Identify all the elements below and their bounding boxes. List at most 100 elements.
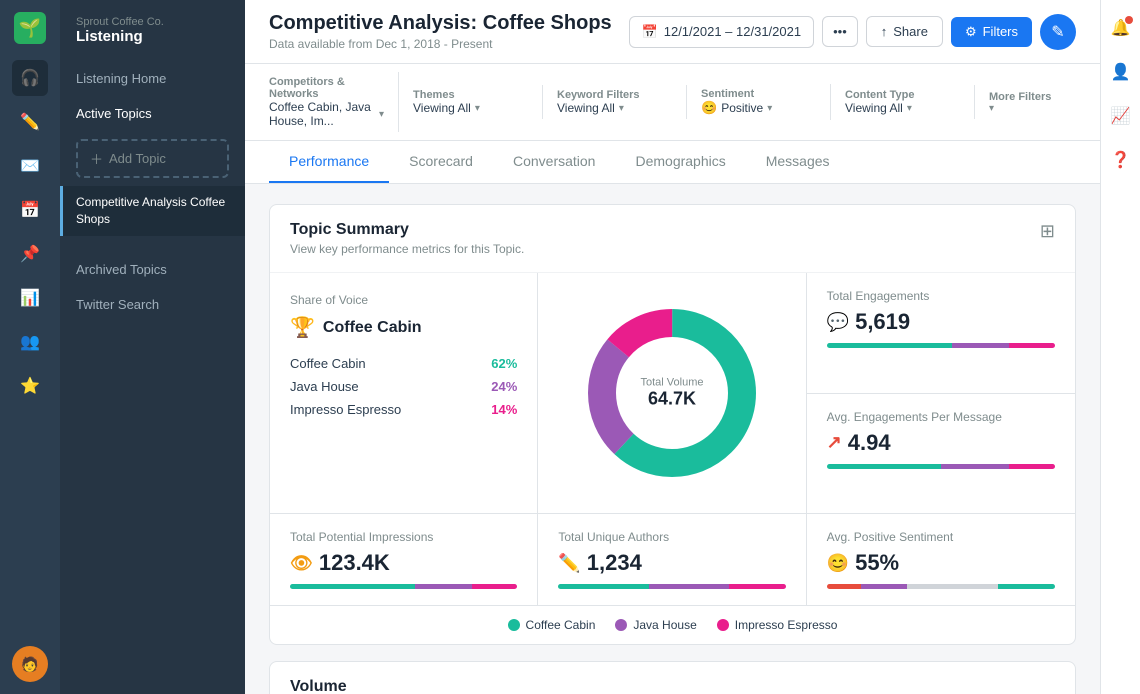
tab-performance[interactable]: Performance: [269, 141, 389, 183]
summary-grid: Share of Voice 🏆 Coffee Cabin Coffee Cab…: [270, 273, 1075, 513]
authors-number: 1,234: [587, 550, 642, 576]
share-label: Share: [893, 24, 928, 39]
filter-content-type[interactable]: Content Type Viewing All ▾: [845, 85, 975, 119]
arrow-up-icon: ↗: [827, 432, 842, 453]
filters-button[interactable]: ⚙ Filters: [951, 17, 1032, 47]
nav-star-icon[interactable]: ⭐: [12, 368, 48, 404]
sov-winner-name: Coffee Cabin: [323, 319, 422, 337]
chevron-down-icon-3: ▾: [619, 103, 624, 114]
page-title: Competitive Analysis: Coffee Shops: [269, 12, 612, 35]
nav-compose-icon[interactable]: ✏️: [12, 104, 48, 140]
more-options-button[interactable]: •••: [822, 16, 858, 47]
sov-section: Share of Voice 🏆 Coffee Cabin Coffee Cab…: [270, 273, 538, 513]
unique-authors-metric: Total Unique Authors ✏️ 1,234: [538, 514, 806, 605]
total-engagements-bar: [827, 343, 1055, 348]
filter-themes[interactable]: Themes Viewing All ▾: [413, 85, 543, 119]
left-nav: 🌱 🎧 ✏️ ✉️ 📅 📌 📊 👥 ⭐ 🧑: [0, 0, 60, 694]
notification-bell-icon[interactable]: 🔔: [1105, 12, 1137, 44]
bottom-metrics: Total Potential Impressions 👁 123.4K Tot…: [270, 513, 1075, 605]
date-range-button[interactable]: 📅 12/1/2021 – 12/31/2021: [629, 16, 815, 48]
sidebar: Sprout Coffee Co. Listening Listening Ho…: [60, 0, 245, 694]
topic-summary-card: Topic Summary View key performance metri…: [269, 204, 1076, 645]
add-topic-button[interactable]: ＋ Add Topic: [76, 139, 229, 178]
sidebar-item-listening-home[interactable]: Listening Home: [60, 61, 245, 96]
donut-center-text: Total Volume 64.7K: [640, 377, 703, 410]
total-engagements-number: 5,619: [855, 309, 910, 335]
share-button[interactable]: ↑ Share: [866, 16, 943, 47]
add-topic-label: Add Topic: [109, 151, 166, 166]
sidebar-topic-competitive-analysis[interactable]: Competitive Analysis Coffee Shops: [60, 186, 245, 236]
nav-publish-icon[interactable]: 📅: [12, 192, 48, 228]
legend-impresso-label: Impresso Espresso: [735, 618, 838, 632]
donut-chart: Total Volume 64.7K: [572, 293, 772, 493]
analytics-icon[interactable]: 📈: [1105, 100, 1137, 132]
content-area: Topic Summary View key performance metri…: [245, 184, 1100, 694]
sentiment-number: 55%: [855, 550, 899, 576]
tab-conversation[interactable]: Conversation: [493, 141, 616, 183]
authors-label: Total Unique Authors: [558, 530, 785, 544]
positive-sentiment-metric: Avg. Positive Sentiment 😊 55%: [807, 514, 1075, 605]
user-avatar[interactable]: 🧑: [12, 646, 48, 682]
themes-label: Themes: [413, 89, 528, 101]
sentiment-metric-label: Avg. Positive Sentiment: [827, 530, 1055, 544]
total-engagements-label: Total Engagements: [827, 289, 1055, 303]
date-range-label: 12/1/2021 – 12/31/2021: [664, 24, 801, 39]
sidebar-item-archived-topics[interactable]: Archived Topics: [60, 252, 245, 287]
nav-listening-icon[interactable]: 🎧: [12, 60, 48, 96]
tabs: Performance Scorecard Conversation Demog…: [245, 141, 1100, 184]
sidebar-item-twitter-search[interactable]: Twitter Search: [60, 287, 245, 322]
content-type-value: Viewing All ▾: [845, 101, 960, 115]
tab-demographics[interactable]: Demographics: [615, 141, 745, 183]
edit-button[interactable]: ✎: [1040, 14, 1076, 50]
right-icons-panel: 🔔 👤 📈 ❓: [1100, 0, 1140, 694]
chevron-down-icon-4: ▾: [767, 103, 772, 114]
app-logo: 🌱: [14, 12, 46, 44]
sov-row-java-house: Java House 24%: [290, 379, 517, 394]
sov-impresso-name: Impresso Espresso: [290, 402, 401, 417]
chevron-down-icon: ▾: [379, 109, 384, 120]
grid-view-icon[interactable]: ⊞: [1040, 221, 1055, 242]
avg-engagements-number: 4.94: [848, 430, 891, 456]
archived-section-label: [60, 236, 245, 252]
share-icon: ↑: [881, 24, 888, 39]
chevron-down-icon-5: ▾: [907, 103, 912, 114]
filter-competitors[interactable]: Competitors & Networks Coffee Cabin, Jav…: [269, 72, 399, 132]
chat-icon: 💬: [827, 312, 849, 333]
total-impressions-metric: Total Potential Impressions 👁 123.4K: [270, 514, 538, 605]
summary-right-metrics: Total Engagements 💬 5,619 Avg. Engagemen: [807, 273, 1075, 513]
filter-more[interactable]: More Filters ▾: [989, 87, 1100, 118]
sentiment-bar: [827, 584, 1055, 589]
nav-reports-icon[interactable]: 📊: [12, 280, 48, 316]
legend-dot-pink: [717, 619, 729, 631]
nav-tasks-icon[interactable]: 📌: [12, 236, 48, 272]
filter-keyword[interactable]: Keyword Filters Viewing All ▾: [557, 85, 687, 119]
legend-coffee-cabin: Coffee Cabin: [508, 618, 596, 632]
sov-impresso-pct: 14%: [491, 402, 517, 417]
competitors-value: Coffee Cabin, Java House, Im... ▾: [269, 100, 384, 128]
chart-legend: Coffee Cabin Java House Impresso Espress…: [270, 605, 1075, 644]
filter-bar: Competitors & Networks Coffee Cabin, Jav…: [245, 64, 1100, 141]
legend-dot-purple: [615, 619, 627, 631]
sov-java-house-name: Java House: [290, 379, 359, 394]
competitors-label: Competitors & Networks: [269, 76, 384, 100]
filter-sentiment[interactable]: Sentiment 😊 Positive ▾: [701, 84, 831, 120]
nav-people-icon[interactable]: 👥: [12, 324, 48, 360]
total-engagements-metric: Total Engagements 💬 5,619: [807, 273, 1075, 394]
impressions-number: 123.4K: [319, 550, 390, 576]
sidebar-item-active-topics[interactable]: Active Topics: [60, 96, 245, 131]
content-type-label: Content Type: [845, 89, 960, 101]
nav-inbox-icon[interactable]: ✉️: [12, 148, 48, 184]
donut-label: Total Volume: [640, 377, 703, 389]
impressions-value: 👁 123.4K: [290, 550, 517, 576]
sov-coffee-cabin-pct: 62%: [491, 356, 517, 371]
sentiment-label: Sentiment: [701, 88, 816, 100]
impressions-bar: [290, 584, 517, 589]
sov-winner: 🏆 Coffee Cabin: [290, 315, 517, 340]
user-profile-icon[interactable]: 👤: [1105, 56, 1137, 88]
tab-messages[interactable]: Messages: [746, 141, 850, 183]
authors-value: ✏️ 1,234: [558, 550, 785, 576]
card-title: Topic Summary: [290, 221, 524, 239]
tab-scorecard[interactable]: Scorecard: [389, 141, 493, 183]
help-icon[interactable]: ❓: [1105, 144, 1137, 176]
main-content: Competitive Analysis: Coffee Shops Data …: [245, 0, 1100, 694]
